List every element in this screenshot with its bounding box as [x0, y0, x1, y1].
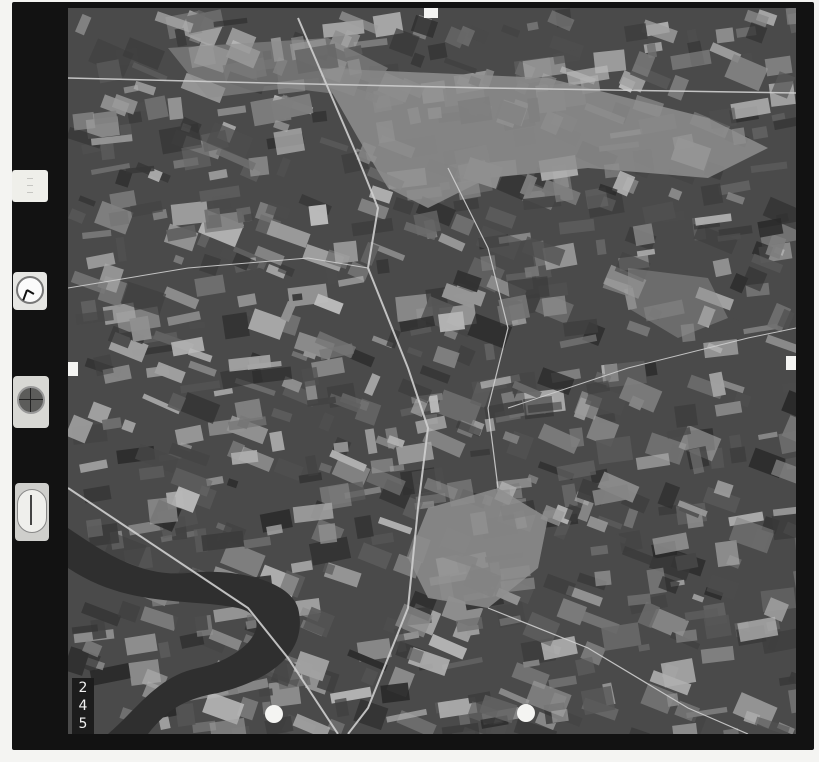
field-parcel [85, 518, 104, 538]
note-card-line: … [27, 181, 33, 188]
altimeter-icon [15, 483, 49, 541]
field-parcel [311, 110, 328, 123]
field-parcel [764, 55, 793, 77]
field-parcel [292, 293, 303, 301]
field-parcel [771, 512, 796, 541]
level-bubble [17, 386, 45, 414]
field-parcel [204, 207, 222, 229]
field-parcel [129, 315, 152, 342]
scan-sheet: … … … 2 4 5 [0, 0, 819, 762]
fiducial-notch-top [424, 8, 438, 18]
field-parcel [751, 126, 769, 140]
field-parcel [569, 427, 585, 448]
level-crosshair-v [30, 388, 31, 412]
field-parcel [674, 403, 699, 428]
level-bubble-icon [13, 376, 49, 428]
field-parcel [700, 183, 724, 206]
altimeter-needle [30, 495, 32, 525]
field-parcel [785, 8, 796, 25]
field-parcel [221, 312, 250, 340]
note-card-line: … [27, 174, 33, 181]
level-crosshair-h [19, 399, 43, 400]
field-parcel [551, 709, 569, 723]
field-parcel [172, 607, 209, 634]
field-parcel [273, 127, 306, 156]
field-parcel [595, 435, 634, 465]
field-parcel [522, 395, 554, 420]
field-parcel [541, 295, 568, 317]
aerial-photograph [68, 8, 796, 734]
note-card-line: … [27, 188, 33, 195]
field-parcel [308, 204, 329, 226]
field-parcel [318, 523, 338, 544]
field-parcel [144, 95, 169, 121]
clock-icon [13, 272, 47, 310]
field-parcel [128, 659, 161, 686]
frame-number: 2 4 5 [72, 678, 94, 734]
field-parcel [632, 223, 655, 247]
field-parcel [552, 176, 574, 203]
frame-number-digit: 5 [78, 716, 88, 732]
aerial-image [68, 8, 796, 734]
field-parcel [438, 311, 466, 333]
field-parcel [147, 496, 179, 525]
field-parcel [301, 366, 320, 388]
field-parcel [594, 570, 612, 587]
field-parcel [624, 23, 648, 43]
field-parcel [354, 515, 374, 539]
field-parcel [714, 539, 740, 568]
fiducial-notch-left [68, 362, 78, 376]
field-parcel [170, 200, 209, 226]
note-card: … … … [12, 170, 48, 202]
field-parcel [72, 111, 96, 131]
field-parcel [380, 682, 410, 704]
field-parcel [175, 703, 196, 727]
field-parcel [729, 446, 747, 464]
punch-hole [265, 705, 283, 723]
field-parcel [703, 614, 732, 640]
field-parcel [427, 42, 448, 61]
field-parcel [333, 240, 359, 264]
field-parcel [108, 210, 130, 227]
frame-number-digit: 2 [78, 680, 88, 696]
field-parcel [712, 257, 732, 278]
field-parcel [181, 143, 212, 171]
field-parcel [480, 255, 497, 272]
field-parcel [524, 265, 540, 278]
field-parcel [376, 258, 390, 275]
frame-number-digit: 4 [78, 698, 88, 714]
altimeter-dial [17, 489, 47, 533]
field-parcel [167, 97, 184, 120]
fiducial-notch-right [786, 356, 796, 370]
field-parcel [595, 239, 607, 256]
punch-hole [517, 704, 535, 722]
field-parcel [644, 362, 658, 377]
field-parcel [715, 27, 735, 44]
